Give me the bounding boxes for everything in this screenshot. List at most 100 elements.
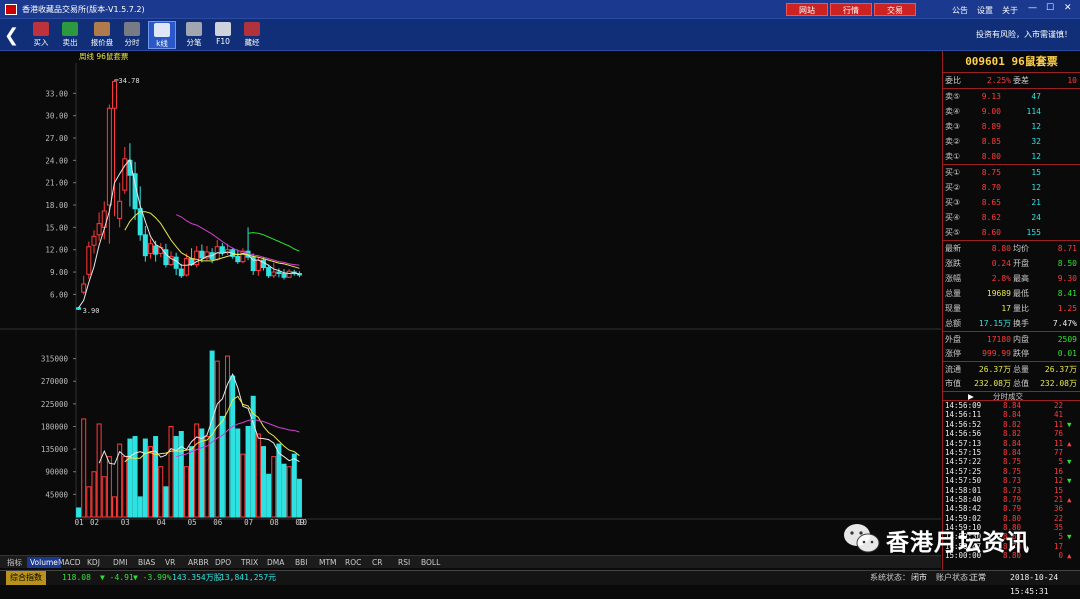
sell-level-label: 卖① [945, 152, 961, 161]
stat-label: 总量 [945, 289, 961, 298]
volume-bar [127, 438, 133, 518]
tab-指标[interactable]: 指标 [4, 557, 25, 568]
toolbar-label: 藏经 [244, 38, 260, 47]
trade-volume: 15 [1053, 485, 1063, 495]
toolbar-sell-button[interactable]: 卖出 [56, 21, 84, 49]
tab-trix[interactable]: TRIX [238, 557, 261, 568]
trade-row: 14:57:25 8.75 16 [943, 467, 1080, 476]
volume-bar [168, 425, 174, 518]
sell-volume: 32 [1031, 137, 1041, 146]
index-pct: ▼ -3.99% [133, 573, 172, 582]
candle-body [106, 107, 112, 206]
buy-order-row[interactable]: 买② 8.70 12 [943, 180, 1080, 195]
trade-price: 8.82 [1002, 429, 1021, 439]
sell-order-row[interactable]: 卖② 8.85 32 [943, 134, 1080, 149]
stat-value: 999.99 [982, 349, 1011, 358]
buy-order-row[interactable]: 买⑤ 8.60 155 [943, 225, 1080, 240]
tab-bbi[interactable]: BBI [292, 557, 311, 568]
toolbar: ❮ 买入 卖出 报价盘 分时 k线 分笔 F10 藏经 投资有风险，入市需谨慎！ [0, 19, 1080, 51]
toolbar-catalog-button[interactable]: 藏经 [238, 21, 266, 49]
trade-time: 14:56:56 [945, 429, 982, 439]
trade-time: 14:57:25 [945, 466, 982, 476]
close-button[interactable]: ✕ [1064, 3, 1072, 13]
stat-label: 总值 [1013, 379, 1029, 388]
toolbar-label: 分笔 [186, 38, 202, 47]
stat-value: 17.15万 [978, 319, 1011, 328]
tab-dma[interactable]: DMA [264, 557, 287, 568]
price-tick-label: 27.00 [45, 134, 68, 143]
tab-macd[interactable]: MACD [55, 557, 83, 568]
stat-row: 现量 17 量比 1.25 [943, 301, 1080, 316]
trade-price: 8.79 [1002, 504, 1021, 514]
about-link[interactable]: 关于 [1002, 5, 1018, 16]
price-tick-label: 12.00 [45, 246, 68, 255]
notice-link[interactable]: 公告 [952, 5, 968, 16]
toolbar-quote-board-button[interactable]: 报价盘 [88, 21, 116, 49]
stat-value: 17180 [986, 335, 1011, 344]
volume-bar [271, 456, 277, 518]
sell-volume: 114 [1026, 107, 1041, 116]
candle-body [235, 255, 241, 263]
tab-dpo[interactable]: DPO [212, 557, 234, 568]
stat-value: 26.37万 [1044, 365, 1077, 374]
volume-bar [240, 453, 246, 518]
sell-price: 8.89 [981, 122, 1001, 131]
buy-level-label: 买⑤ [945, 228, 961, 237]
trade-button[interactable]: 交易 [874, 3, 916, 16]
sys-status-label: 系统状态： [870, 573, 910, 582]
trade-time: 14:57:15 [945, 447, 982, 457]
toolbar-tick-button[interactable]: 分笔 [180, 21, 208, 49]
tab-rsi[interactable]: RSI [395, 557, 413, 568]
tab-mtm[interactable]: MTM [316, 557, 340, 568]
trade-volume: 11 [1053, 438, 1063, 448]
trade-price: 8.73 [1002, 485, 1021, 495]
sell-order-row[interactable]: 卖③ 8.89 12 [943, 119, 1080, 134]
tab-boll[interactable]: BOLL [418, 557, 443, 568]
trade-price: 8.79 [1002, 494, 1021, 504]
trade-row: 14:57:15 8.84 77 [943, 448, 1080, 457]
toolbar-f10-button[interactable]: F10 [209, 21, 237, 49]
tab-kdj[interactable]: KDJ [84, 557, 103, 568]
quote-button[interactable]: 行情 [830, 3, 872, 16]
volume-bar [163, 486, 169, 518]
acct-status-value: 正常 [970, 573, 986, 582]
weibi-label: 委比 [945, 76, 961, 85]
website-button[interactable]: 网站 [786, 3, 828, 16]
tab-dmi[interactable]: DMI [110, 557, 130, 568]
settings-link[interactable]: 设置 [977, 5, 993, 16]
buy-price: 8.75 [981, 168, 1001, 177]
toolbar-kline-button[interactable]: k线 [148, 21, 176, 49]
volume-tick-label: 135000 [41, 445, 69, 454]
toolbar-buy-button[interactable]: 买入 [27, 21, 55, 49]
buy-order-row[interactable]: 买④ 8.62 24 [943, 210, 1080, 225]
tab-vr[interactable]: VR [162, 557, 178, 568]
chart-area[interactable]: 周线 96鼠套票 33.00 30.00 27.00 24.00 21.00 18.00 15… [0, 51, 941, 555]
volume-bar [296, 478, 302, 518]
back-icon[interactable]: ❮ [4, 25, 19, 46]
toolbar-timeshare-button[interactable]: 分时 [118, 21, 146, 49]
stat-value: 232.08万 [974, 379, 1011, 388]
tab-arbr[interactable]: ARBR [185, 557, 212, 568]
minimize-button[interactable]: — [1028, 3, 1037, 13]
buy-order-row[interactable]: 买① 8.75 15 [943, 165, 1080, 180]
sell-order-row[interactable]: 卖⑤ 9.13 47 [943, 89, 1080, 104]
buy-order-row[interactable]: 买③ 8.65 21 [943, 195, 1080, 210]
tab-cr[interactable]: CR [369, 557, 385, 568]
sell-order-row[interactable]: 卖④ 9.00 114 [943, 104, 1080, 119]
price-tick-label: 18.00 [45, 201, 68, 210]
sell-order-row[interactable]: 卖① 8.80 12 [943, 149, 1080, 164]
sys-status-value: 闭市 [911, 573, 927, 582]
tab-bias[interactable]: BIAS [135, 557, 158, 568]
stat-label: 总量 [1013, 365, 1029, 374]
status-bar: 综合指数 118.08 ▼ -4.91 ▼ -3.99% 143.354万股 1… [0, 570, 1080, 596]
sell-orders: 卖⑤ 9.13 47 卖④ 9.00 114 卖③ 8.89 12 卖② 8.85 32 卖① 8.80 1… [943, 88, 1080, 164]
candle-body [255, 259, 261, 272]
maximize-button[interactable]: ☐ [1046, 3, 1054, 13]
stat-label: 开盘 [1013, 259, 1029, 268]
down-arrow-icon: ▼ [1067, 419, 1072, 429]
toolbar-label: 买入 [33, 38, 49, 47]
volume-bar [183, 466, 189, 518]
kline-chart[interactable]: 周线 96鼠套票 33.00 30.00 27.00 24.00 21.00 18.00 15… [0, 51, 941, 555]
down-arrow-icon: ▼ [1067, 457, 1072, 467]
tab-roc[interactable]: ROC [342, 557, 364, 568]
